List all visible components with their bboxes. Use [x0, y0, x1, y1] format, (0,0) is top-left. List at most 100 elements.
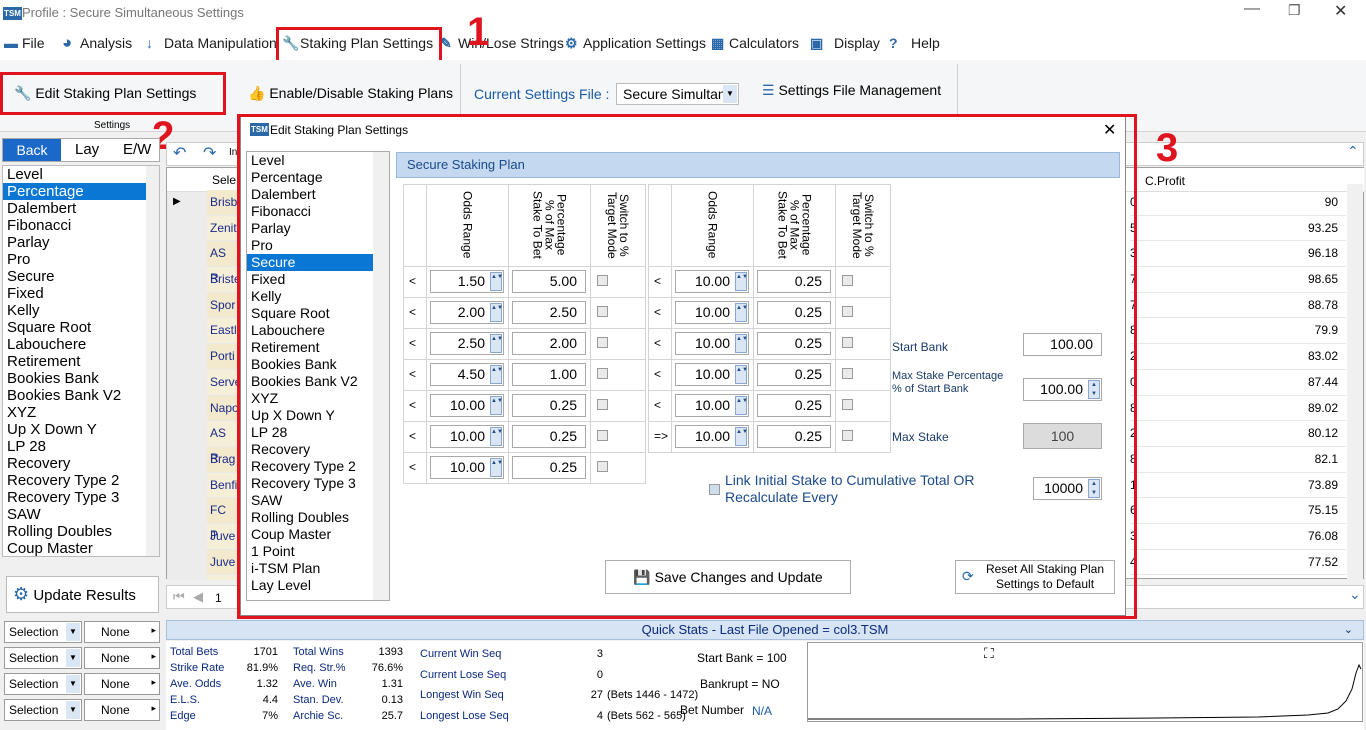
- chevron-right-icon[interactable]: ▸: [151, 703, 156, 714]
- table-row[interactable]: 8 89.02: [1130, 396, 1346, 422]
- list-item[interactable]: Bookies Bank V2: [3, 387, 159, 404]
- current-settings-select[interactable]: Secure Simultane ▼: [616, 83, 739, 105]
- list-item[interactable]: LP 28: [3, 438, 159, 455]
- settings-file-management-button[interactable]: ☰ Settings File Management: [762, 82, 941, 99]
- previous-page-icon[interactable]: ◀: [193, 589, 203, 605]
- table-row[interactable]: 1 73.89: [1130, 473, 1346, 499]
- grid-scrollbar[interactable]: [1347, 184, 1363, 580]
- filter-field-select[interactable]: Selection ▼: [4, 699, 82, 721]
- list-item[interactable]: Pro: [3, 251, 159, 268]
- chevron-down-icon[interactable]: ▼: [66, 649, 80, 667]
- list-item[interactable]: Square Root: [3, 319, 159, 336]
- tab-back[interactable]: Back: [3, 139, 61, 161]
- chevron-down-icon[interactable]: ▼: [723, 85, 737, 103]
- table-row[interactable]: 4 77.52: [1130, 550, 1346, 576]
- filter-field-select[interactable]: Selection ▼: [4, 647, 82, 669]
- table-row[interactable]: Brisb: [207, 190, 241, 216]
- table-row[interactable]: 8 79.9: [1130, 318, 1346, 345]
- minimize-icon[interactable]: —: [1244, 0, 1260, 18]
- table-row[interactable]: 2 83.02: [1130, 344, 1346, 370]
- table-row[interactable]: 2 80.12: [1130, 421, 1346, 447]
- table-row[interactable]: 6 75.15: [1130, 498, 1346, 524]
- menu-help[interactable]: ? Help: [889, 30, 940, 56]
- list-item[interactable]: Recovery: [3, 455, 159, 472]
- list-item[interactable]: Level: [3, 166, 159, 183]
- table-row[interactable]: 5 93.25: [1130, 216, 1346, 242]
- header-c-profit[interactable]: C.Profit: [1145, 174, 1185, 188]
- table-row[interactable]: 3 76.08: [1130, 524, 1346, 550]
- list-item[interactable]: Bookies Bank: [3, 370, 159, 387]
- menu-data-manipulation[interactable]: ↓ Data Manipulation: [146, 30, 277, 56]
- list-item[interactable]: Labouchere: [3, 336, 159, 353]
- undo-icon[interactable]: ↶: [173, 143, 186, 163]
- chevron-right-icon[interactable]: ▸: [151, 651, 156, 662]
- chevron-down-icon[interactable]: ▼: [66, 623, 80, 641]
- table-row[interactable]: 0 90: [1130, 190, 1346, 216]
- list-item[interactable]: Parlay: [3, 234, 159, 251]
- list-item[interactable]: Kelly: [3, 302, 159, 319]
- list-item[interactable]: Fibonacci: [3, 217, 159, 234]
- table-row[interactable]: Juve: [207, 549, 241, 576]
- table-row[interactable]: FC P: [207, 575, 241, 580]
- menu-win-lose-strings[interactable]: ✎ Win/Lose Strings: [440, 30, 564, 56]
- list-item[interactable]: Recovery Type 3: [3, 489, 159, 506]
- table-row[interactable]: Serve: [207, 369, 241, 396]
- table-row[interactable]: 3 96.18: [1130, 241, 1346, 268]
- list-item[interactable]: Rolling Doubles: [3, 523, 159, 540]
- tab-lay[interactable]: Lay: [75, 139, 99, 161]
- chevron-down-icon[interactable]: ▼: [66, 675, 80, 693]
- list-item[interactable]: Recovery Type 2: [3, 472, 159, 489]
- list-item[interactable]: Secure: [3, 268, 159, 285]
- enable-disable-button[interactable]: 👍 Enable/Disable Staking Plans: [248, 78, 453, 108]
- table-row[interactable]: Juve: [207, 523, 241, 550]
- table-row[interactable]: Porti: [207, 344, 241, 370]
- list-scrollbar[interactable]: [146, 166, 159, 556]
- table-row[interactable]: 8 82.1: [1130, 447, 1346, 473]
- collapse-icon[interactable]: ⌄: [1344, 621, 1353, 639]
- table-row[interactable]: Brag: [207, 446, 241, 473]
- update-results-button[interactable]: ⚙ Update Results: [6, 576, 159, 613]
- chevron-right-icon[interactable]: ▸: [151, 677, 156, 688]
- staking-plan-list[interactable]: Level Percentage Dalembert Fibonacci Parlay P…: [2, 165, 160, 557]
- table-row[interactable]: 0 87.44: [1130, 370, 1346, 396]
- list-item[interactable]: Dalembert: [3, 200, 159, 217]
- filter-field-select[interactable]: Selection ▼: [4, 621, 82, 643]
- list-item[interactable]: Retirement: [3, 353, 159, 370]
- collapse-down-icon[interactable]: ⌄: [1349, 586, 1361, 603]
- redo-icon[interactable]: ↷: [203, 143, 216, 163]
- list-item[interactable]: Up X Down Y: [3, 421, 159, 438]
- chevron-right-icon[interactable]: ▸: [151, 625, 156, 636]
- filter-value-select[interactable]: None ▸: [84, 699, 160, 721]
- filter-value-select[interactable]: None ▸: [84, 673, 160, 695]
- menu-application-settings[interactable]: ⚙ Application Settings: [565, 30, 706, 56]
- chevron-down-icon[interactable]: ▼: [66, 701, 80, 719]
- tab-ew[interactable]: E/W: [123, 139, 151, 161]
- list-item[interactable]: Coup Master: [3, 540, 159, 556]
- close-window-icon[interactable]: ✕: [1334, 1, 1347, 21]
- table-row[interactable]: Spor: [207, 292, 241, 319]
- restore-icon[interactable]: ❐: [1288, 2, 1301, 19]
- table-row[interactable]: Zenit: [207, 215, 241, 242]
- filter-value-select[interactable]: None ▸: [84, 647, 160, 669]
- table-row[interactable]: Napo: [207, 395, 241, 422]
- table-row[interactable]: FC P: [207, 498, 241, 542]
- table-row[interactable]: Briste: [207, 267, 241, 293]
- table-row[interactable]: 978.11: [1130, 575, 1346, 580]
- list-item[interactable]: XYZ: [3, 404, 159, 421]
- table-row[interactable]: AS R: [207, 421, 241, 465]
- menu-file[interactable]: ▬ File: [4, 30, 45, 56]
- collapse-up-icon[interactable]: ⌃: [1347, 143, 1359, 160]
- table-row[interactable]: AS R: [207, 241, 241, 285]
- menu-display[interactable]: ▣ Display: [810, 30, 880, 56]
- table-row[interactable]: 7 98.65: [1130, 267, 1346, 293]
- first-page-icon[interactable]: ⏮: [173, 589, 185, 605]
- table-row[interactable]: 7 88.78: [1130, 293, 1346, 319]
- menu-calculators[interactable]: ▦ Calculators: [711, 30, 799, 56]
- header-selection[interactable]: Sele: [212, 173, 236, 187]
- table-row[interactable]: Benfi: [207, 472, 241, 499]
- list-item[interactable]: SAW: [3, 506, 159, 523]
- list-item[interactable]: Fixed: [3, 285, 159, 302]
- filter-value-select[interactable]: None ▸: [84, 621, 160, 643]
- list-item[interactable]: Percentage: [3, 183, 159, 200]
- filter-field-select[interactable]: Selection ▼: [4, 673, 82, 695]
